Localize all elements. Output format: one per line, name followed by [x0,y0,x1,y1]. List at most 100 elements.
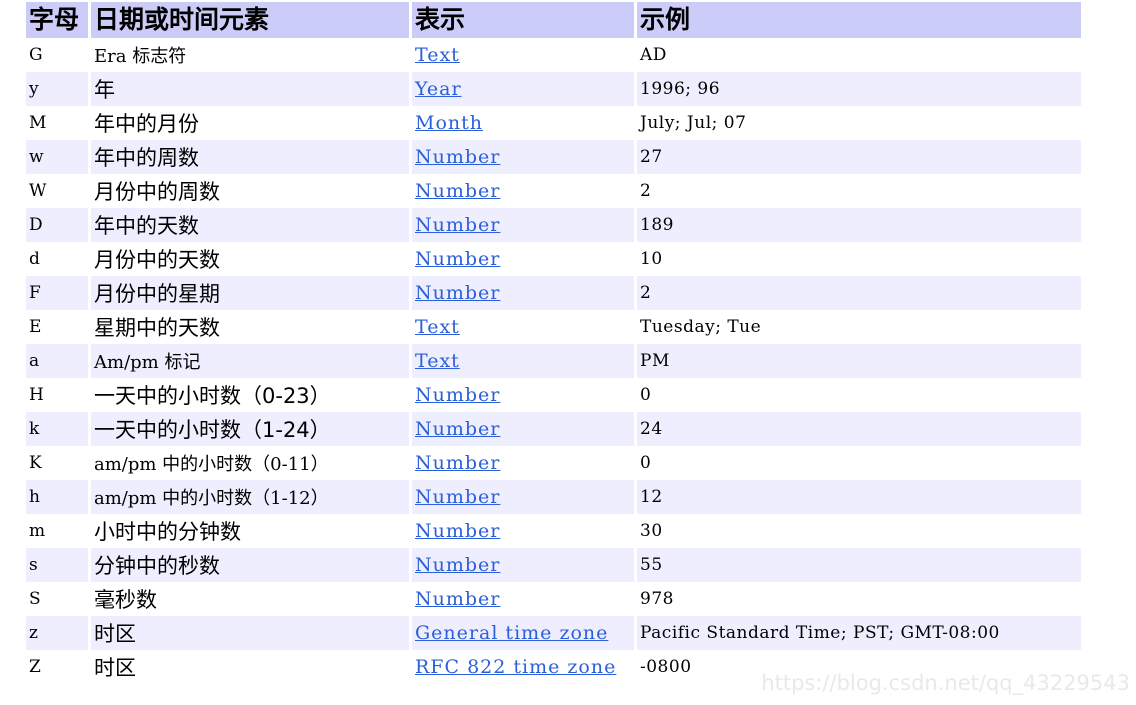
cell-letter: K [26,446,88,480]
cell-example: AD [637,38,1081,72]
cell-presentation: Number [412,582,634,616]
cell-description: am/pm 中的小时数（1-12） [91,480,409,514]
presentation-link[interactable]: Number [415,486,500,508]
presentation-link[interactable]: Number [415,554,500,576]
cell-example: 1996; 96 [637,72,1081,106]
cell-description: Era 标志符 [91,38,409,72]
cell-description: 毫秒数 [91,582,409,616]
cell-presentation: Text [412,38,634,72]
cell-description: 年中的月份 [91,106,409,140]
cell-letter: Z [26,650,88,684]
cell-description: 月份中的周数 [91,174,409,208]
cell-example: Tuesday; Tue [637,310,1081,344]
table-row: d月份中的天数 Number 10 [26,242,1081,276]
presentation-link[interactable]: Number [415,180,500,202]
presentation-link[interactable]: Text [415,44,460,66]
presentation-link[interactable]: Text [415,350,460,372]
cell-example: 55 [637,548,1081,582]
cell-letter: z [26,616,88,650]
table-row: F月份中的星期 Number 2 [26,276,1081,310]
cell-description: 一天中的小时数（0-23） [91,378,409,412]
cell-presentation: Year [412,72,634,106]
table-row: ham/pm 中的小时数（1-12）Number12 [26,480,1081,514]
cell-letter: s [26,548,88,582]
cell-presentation: Number [412,242,634,276]
cell-example: 978 [637,582,1081,616]
presentation-link[interactable]: Number [415,146,500,168]
cell-presentation: Text [412,344,634,378]
cell-example: 189 [637,208,1081,242]
cell-example: 24 [637,412,1081,446]
presentation-link[interactable]: Number [415,452,500,474]
presentation-link[interactable]: Number [415,520,500,542]
cell-example: 0 [637,446,1081,480]
table-row: W月份中的周数 Number 2 [26,174,1081,208]
cell-description: 月份中的天数 [91,242,409,276]
cell-presentation: Number [412,412,634,446]
cell-presentation: Number [412,480,634,514]
cell-letter: H [26,378,88,412]
presentation-link[interactable]: Number [415,214,500,236]
presentation-link[interactable]: Number [415,418,500,440]
cell-example: 2 [637,174,1081,208]
cell-presentation: Text [412,310,634,344]
cell-description: 时区 [91,650,409,684]
cell-presentation: Number [412,446,634,480]
cell-description: 年中的周数 [91,140,409,174]
presentation-link[interactable]: RFC 822 time zone [415,656,616,678]
date-format-table: 字母 日期或时间元素 表示 示例 GEra 标志符TextADy年Year199… [23,2,1084,684]
cell-example: 2 [637,276,1081,310]
cell-example: -0800 [637,650,1081,684]
cell-presentation: Number [412,276,634,310]
cell-letter: E [26,310,88,344]
cell-letter: d [26,242,88,276]
cell-example: 12 [637,480,1081,514]
cell-description: 星期中的天数 [91,310,409,344]
cell-presentation: Number [412,140,634,174]
cell-letter: G [26,38,88,72]
date-format-table-container: 字母 日期或时间元素 表示 示例 GEra 标志符TextADy年Year199… [26,2,1078,684]
cell-description: Am/pm 标记 [91,344,409,378]
table-row: s分钟中的秒数Number55 [26,548,1081,582]
presentation-link[interactable]: Number [415,248,500,270]
table-row: k一天中的小时数（1-24） Number 24 [26,412,1081,446]
presentation-link[interactable]: Year [415,78,462,100]
table-row: z时区General time zonePacific Standard Tim… [26,616,1081,650]
table-row: y年Year1996; 96 [26,72,1081,106]
cell-presentation: General time zone [412,616,634,650]
cell-example: 10 [637,242,1081,276]
cell-letter: y [26,72,88,106]
column-header-description: 日期或时间元素 [91,2,409,38]
cell-description: am/pm 中的小时数（0-11） [91,446,409,480]
column-header-example: 示例 [637,2,1081,38]
table-row: M年中的月份MonthJuly; Jul; 07 [26,106,1081,140]
cell-letter: a [26,344,88,378]
table-row: H一天中的小时数（0-23）Number0 [26,378,1081,412]
presentation-link[interactable]: General time zone [415,622,608,644]
cell-presentation: Number [412,174,634,208]
cell-presentation: Number [412,208,634,242]
cell-description: 时区 [91,616,409,650]
presentation-link[interactable]: Number [415,588,500,610]
cell-letter: k [26,412,88,446]
presentation-link[interactable]: Number [415,384,500,406]
cell-letter: M [26,106,88,140]
presentation-link[interactable]: Month [415,112,483,134]
cell-letter: W [26,174,88,208]
table-header-row: 字母 日期或时间元素 表示 示例 [26,2,1081,38]
table-row: E星期中的天数 Text Tuesday; Tue [26,310,1081,344]
presentation-link[interactable]: Text [415,316,460,338]
cell-letter: F [26,276,88,310]
column-header-letter: 字母 [26,2,88,38]
cell-description: 一天中的小时数（1-24） [91,412,409,446]
table-row: m小时中的分钟数Number30 [26,514,1081,548]
cell-letter: D [26,208,88,242]
cell-letter: w [26,140,88,174]
table-row: D年中的天数Number189 [26,208,1081,242]
cell-presentation: Number [412,378,634,412]
presentation-link[interactable]: Number [415,282,500,304]
table-body: GEra 标志符TextADy年Year1996; 96M年中的月份MonthJ… [26,38,1081,684]
cell-letter: m [26,514,88,548]
cell-description: 月份中的星期 [91,276,409,310]
cell-presentation: Number [412,548,634,582]
